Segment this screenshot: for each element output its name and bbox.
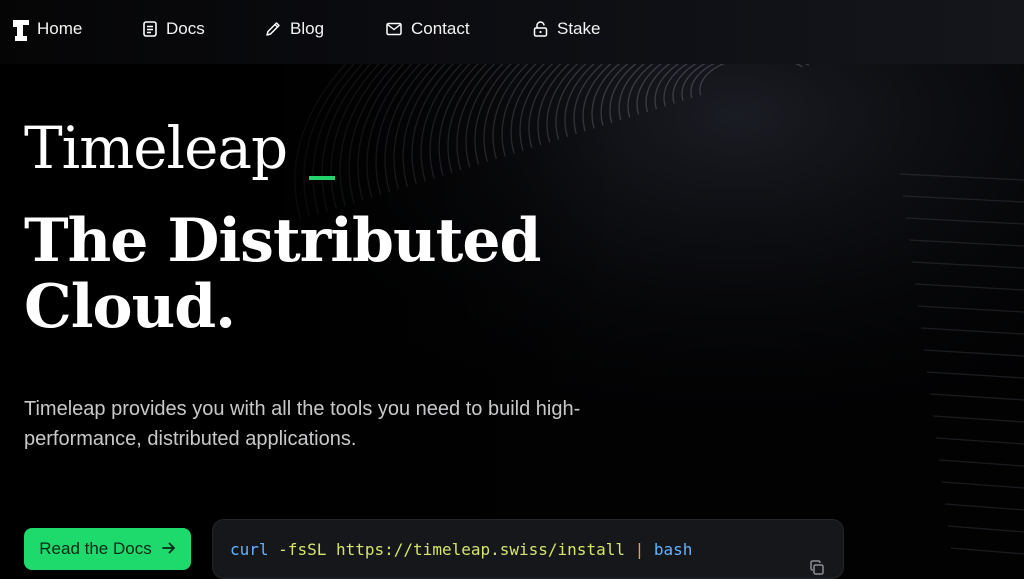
- nav-stake-label: Stake: [557, 19, 601, 38]
- nav-home-label: Home: [37, 19, 83, 38]
- command-url: https://timeleap.swiss/install: [335, 539, 625, 559]
- read-docs-button[interactable]: Read the Docs: [24, 528, 191, 570]
- nav-stake[interactable]: Stake: [533, 19, 600, 39]
- top-nav: Home Docs Blog Contact Stake: [0, 0, 1024, 64]
- mail-icon: [386, 22, 402, 36]
- nav-blog[interactable]: Blog: [265, 19, 324, 39]
- brand-title: Timeleap: [24, 114, 288, 182]
- lock-icon: [533, 21, 548, 37]
- hero-headline: The Distributed Cloud.: [24, 206, 541, 342]
- blinking-cursor: [309, 176, 335, 180]
- nav-blog-label: Blog: [290, 19, 325, 38]
- install-command-box: curl -fsSL https://timeleap.swiss/instal…: [212, 519, 844, 579]
- command-flag: -fsSL: [278, 539, 327, 559]
- nav-contact[interactable]: Contact: [386, 19, 470, 39]
- pencil-icon: [265, 21, 281, 37]
- document-icon: [143, 21, 157, 37]
- command-keyword: curl: [230, 539, 269, 559]
- command-pipe: |: [634, 539, 645, 559]
- nav-docs-label: Docs: [166, 19, 205, 38]
- nav-docs[interactable]: Docs: [143, 19, 205, 39]
- hero-description: Timeleap provides you with all the tools…: [24, 398, 581, 450]
- copy-icon[interactable]: [770, 541, 825, 579]
- command-shell: bash: [653, 539, 693, 559]
- read-docs-label: Read the Docs: [39, 539, 152, 558]
- nav-home[interactable]: Home: [37, 19, 82, 39]
- arrow-right-icon: [161, 539, 176, 559]
- nav-contact-label: Contact: [411, 19, 470, 38]
- timeleap-logo-icon[interactable]: [12, 18, 30, 47]
